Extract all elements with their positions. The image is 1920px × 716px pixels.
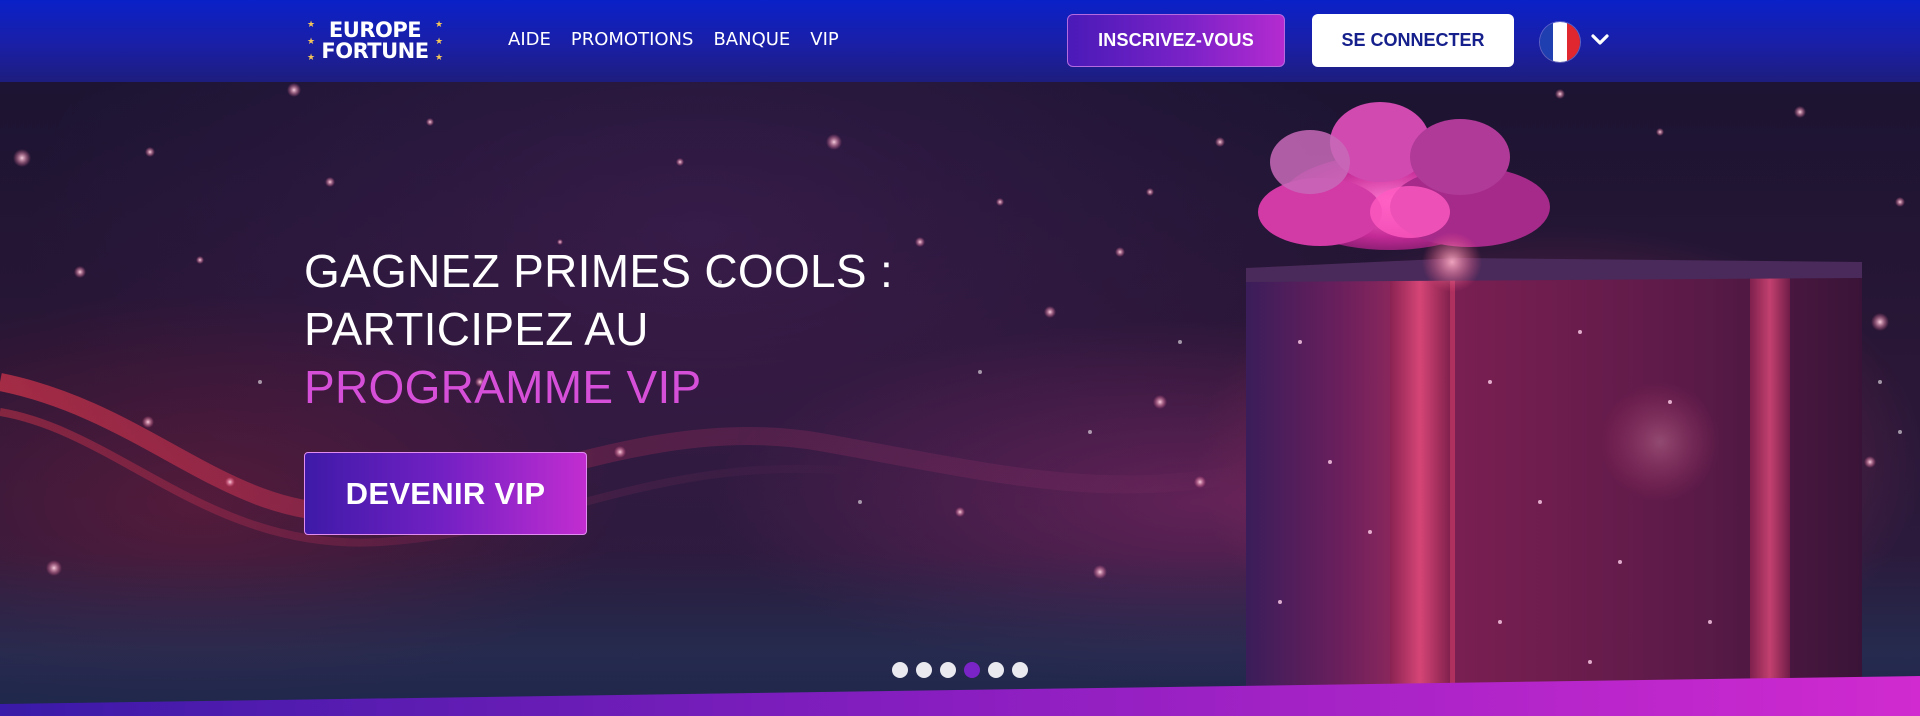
logo-stars-left-icon: ★ ★ ★ xyxy=(306,19,316,62)
france-flag-icon[interactable] xyxy=(1540,22,1580,62)
logo-stars-right-icon: ★ ★ ★ xyxy=(434,19,444,62)
europe-fortune-logo[interactable]: ★ ★ ★ EUROPE FORTUNE ★ ★ ★ xyxy=(304,18,446,64)
carousel-dots xyxy=(892,662,1028,678)
nav-item-vip[interactable]: VIP xyxy=(810,29,838,51)
hero-headline: GAGNEZ PRIMES COOLS : PARTICIPEZ AU PROG… xyxy=(304,242,893,416)
site-header: ★ ★ ★ EUROPE FORTUNE ★ ★ ★ AIDE PROMOTIONS B… xyxy=(0,0,1920,82)
carousel-dot[interactable] xyxy=(964,662,980,678)
signup-button[interactable]: INSCRIVEZ-VOUS xyxy=(1067,14,1285,67)
login-button[interactable]: SE CONNECTER xyxy=(1312,14,1514,67)
become-vip-button[interactable]: DEVENIR VIP xyxy=(304,452,587,535)
headline-line-1: GAGNEZ PRIMES COOLS : xyxy=(304,245,894,297)
logo-line2: FORTUNE xyxy=(321,39,429,63)
headline-line-2: PARTICIPEZ AU xyxy=(304,303,649,355)
carousel-dot[interactable] xyxy=(916,662,932,678)
nav-item-promotions[interactable]: PROMOTIONS xyxy=(571,29,694,51)
main-nav: AIDE PROMOTIONS BANQUE VIP xyxy=(508,29,859,51)
nav-item-aide[interactable]: AIDE xyxy=(508,29,551,51)
nav-item-banque[interactable]: BANQUE xyxy=(713,29,790,51)
gift-box-illustration xyxy=(1246,102,1862,692)
headline-accent: PROGRAMME VIP xyxy=(304,361,702,413)
logo-line1: EUROPE xyxy=(328,18,422,42)
carousel-dot[interactable] xyxy=(940,662,956,678)
carousel-dot[interactable] xyxy=(1012,662,1028,678)
carousel-dot[interactable] xyxy=(988,662,1004,678)
carousel-dot[interactable] xyxy=(892,662,908,678)
chevron-down-icon[interactable] xyxy=(1590,33,1610,47)
bottom-gradient-band xyxy=(0,676,1920,716)
hero-banner: GAGNEZ PRIMES COOLS : PARTICIPEZ AU PROG… xyxy=(0,82,1920,716)
